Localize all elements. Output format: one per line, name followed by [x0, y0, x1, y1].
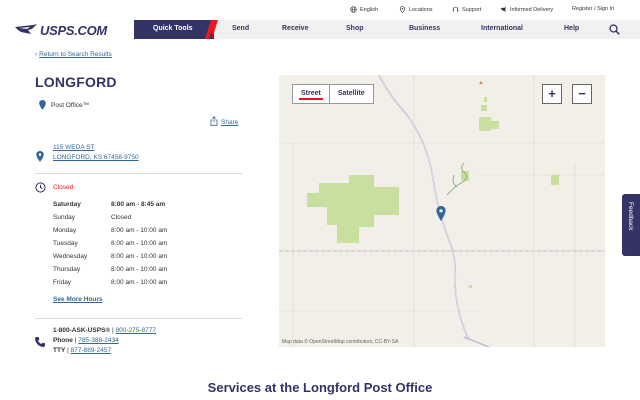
contact-tty-line: TTY | 877-889-2457	[53, 347, 111, 354]
map-satellite-button[interactable]: Satellite	[328, 85, 373, 103]
hours-time: 8:00 am - 10:00 am	[111, 227, 168, 234]
utility-bar: English Locations Support Informed Deliv…	[0, 0, 640, 20]
post-office-map-marker	[436, 206, 446, 221]
register-label: Register / Sign In	[572, 6, 615, 12]
nav-help[interactable]: Help	[564, 25, 579, 32]
see-more-hours-link[interactable]: See More Hours	[53, 296, 103, 303]
map-attribution: Map data © OpenStreetMap contributors, C…	[282, 339, 399, 345]
nav-receive[interactable]: Receive	[282, 25, 308, 32]
map-type-toggle: Street Satellite	[292, 84, 374, 104]
chevron-left-icon: ‹	[35, 51, 38, 58]
nav-quick-tools-label[interactable]: Quick Tools	[153, 25, 193, 32]
globe-icon	[350, 6, 357, 13]
contact-main-alt-link[interactable]: 800-275-8777	[116, 327, 156, 334]
services-heading: Services at the Longford Post Office	[207, 380, 433, 395]
logo-text: USPS.COM	[40, 22, 107, 38]
hours-day: Monday	[53, 227, 77, 234]
address-pin-icon	[36, 151, 44, 162]
phone-icon	[35, 337, 45, 347]
separator: |	[67, 347, 69, 354]
location-map[interactable]: Street Satellite + − Map data © OpenStre…	[279, 75, 605, 347]
location-pin-icon	[39, 100, 46, 110]
hours-day: Saturday	[53, 201, 81, 208]
separator: |	[111, 327, 114, 334]
hours-day: Sunday	[53, 214, 76, 221]
feedback-tab[interactable]: Feedback	[622, 194, 640, 256]
support-label: Support	[462, 6, 482, 13]
nav-shop[interactable]: Shop	[346, 25, 364, 32]
support-link[interactable]: Support	[452, 6, 481, 13]
location-type-label: Post Office™	[51, 101, 90, 109]
location-pin-icon	[399, 6, 406, 13]
map-street-button[interactable]: Street	[293, 85, 329, 103]
share-icon	[210, 116, 218, 126]
hours-day: Wednesday	[53, 253, 88, 260]
hours-day: Thursday	[53, 266, 81, 273]
informed-delivery-label: Informed Delivery	[510, 6, 554, 13]
hours-time: 8:00 am - 10:00 am	[111, 253, 168, 260]
informed-delivery-link[interactable]: Informed Delivery	[500, 6, 553, 13]
contact-phone-line: Phone | 785-388-2434	[53, 337, 119, 344]
hours-time: Closed	[111, 214, 132, 221]
tty-label: TTY	[53, 347, 66, 354]
mail-eagle-icon	[500, 7, 507, 12]
eagle-logo-icon	[15, 24, 37, 34]
usps-logo[interactable]: USPS.COM	[15, 20, 107, 40]
tty-link[interactable]: 877-889-2457	[71, 347, 111, 354]
hours-day: Friday	[53, 279, 72, 286]
hours-time: 8:00 am - 8:45 am	[111, 201, 166, 208]
register-sign-in-link[interactable]: Register / Sign In	[572, 6, 614, 12]
phone-link[interactable]: 785-388-2434	[78, 337, 118, 344]
main-nav: Quick Tools Send Receive Shop Business I…	[134, 20, 640, 39]
clock-icon	[35, 182, 46, 193]
nav-business[interactable]: Business	[409, 25, 440, 32]
back-link-label: Return to Search Results	[39, 51, 112, 58]
contact-main-line: 1-800-ASK-USPS® | 800-275-8777	[53, 327, 156, 334]
hours-time: 8:00 am - 10:00 am	[111, 266, 168, 273]
open-status: Closed	[53, 184, 74, 191]
nav-send[interactable]: Send	[232, 25, 249, 32]
headset-icon	[452, 6, 459, 12]
locations-label: Locations	[409, 6, 433, 13]
hours-day: Tuesday	[53, 240, 78, 247]
language-label: English	[360, 6, 379, 13]
feedback-label: Feedback	[627, 202, 634, 231]
search-icon[interactable]	[609, 24, 620, 35]
divider	[35, 318, 242, 319]
zoom-out-button[interactable]: −	[572, 84, 592, 104]
map-canvas[interactable]	[279, 75, 605, 347]
locations-link[interactable]: Locations	[399, 6, 433, 13]
contact-main-number: 1-800-ASK-USPS®	[53, 327, 111, 334]
share-label: Share	[221, 119, 239, 126]
zoom-in-button[interactable]: +	[542, 84, 562, 104]
hours-time: 8:00 am - 10:00 am	[111, 240, 168, 247]
back-to-results-link[interactable]: ‹ Return to Search Results	[35, 51, 112, 58]
language-link[interactable]: English	[350, 6, 378, 13]
share-button[interactable]: Share	[210, 116, 238, 126]
divider	[35, 173, 242, 174]
nav-international[interactable]: International	[481, 25, 523, 32]
hours-time: 8:00 am - 10:00 am	[111, 279, 168, 286]
page-title: LONGFORD	[35, 74, 117, 90]
phone-label: Phone	[53, 337, 73, 344]
location-type: Post Office™	[39, 100, 89, 110]
address-city-state-zip[interactable]: LONGFORD, KS 67458-9750	[53, 154, 139, 161]
address-street[interactable]: 115 WEDA ST	[53, 144, 94, 151]
separator: |	[74, 337, 77, 344]
